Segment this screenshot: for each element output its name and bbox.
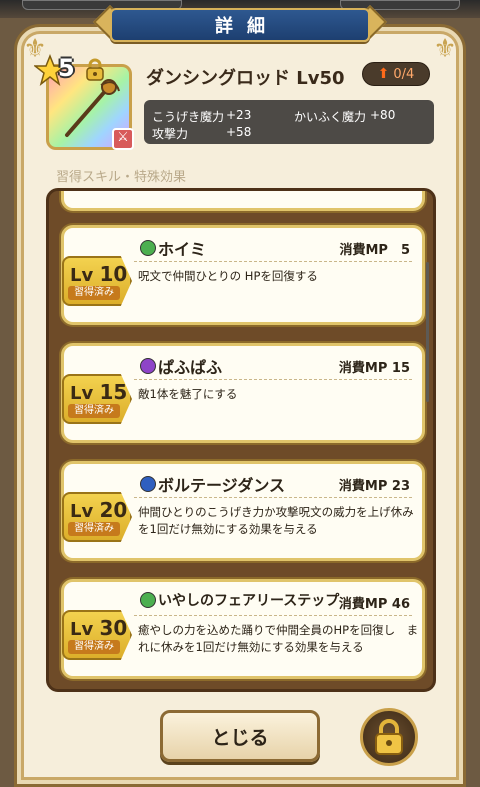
skill-mp: 消費MP 23 [338,479,410,494]
stat-label: 攻撃力 [152,127,189,141]
skill-card[interactable]: Lv 30 習得済み いやしのフェアリーステップ 消費MP 46 癒やしの力を込… [61,579,425,679]
stats-box: こうげき魔力 +23 かいふく魔力 +80 攻撃力 +58 [144,100,434,144]
level-number: 10 [99,262,128,286]
stat-value: +23 [226,108,252,122]
lock-icon [375,719,403,755]
rarity-stars: 5 [58,54,75,82]
level-badge: Lv 15 習得済み [62,374,132,424]
charm-orb-icon [140,358,156,374]
learned-tag: 習得済み [68,286,120,300]
level-number: 15 [99,380,128,404]
skill-name: ホイミ [140,236,206,260]
level-number: 30 [99,616,128,640]
skill-name: ボルテージダンス [140,472,285,496]
buff-orb-icon [140,476,156,492]
heal-orb-icon [140,240,156,256]
upgrade-counter[interactable]: ⬆ 0/4 [362,62,430,86]
learned-tag: 習得済み [68,522,120,536]
skill-desc: 仲間ひとりのこうげき力か攻撃呪文の威力を上げ休みを1回だけ無効にする効果を与える [138,505,414,536]
window-title: 詳細 [110,8,370,42]
list-item-partial [61,191,425,211]
heal-orb-icon [140,592,156,608]
skill-mp: 消費MP 15 [338,361,410,376]
stat-value: +58 [226,125,252,139]
divider [134,615,412,616]
skill-desc: 敵1体を魅了にする [138,387,238,401]
learned-tag: 習得済み [68,404,120,418]
level-badge: Lv 10 習得済み [62,256,132,306]
skill-list[interactable]: Lv 10 習得済み ホイミ 消費MP 5 呪文で仲間ひとりの HPを回復する … [46,188,436,692]
scrollbar[interactable] [426,262,429,402]
upgrade-count: 0/4 [393,66,415,82]
close-button[interactable]: とじる [160,710,320,762]
arrow-up-icon: ⬆ [377,66,390,82]
skill-card[interactable]: Lv 20 習得済み ボルテージダンス 消費MP 23 仲間ひとりのこうげき力か… [61,461,425,561]
stat-label: こうげき魔力 [152,110,225,124]
divider [134,261,412,262]
skill-mp: 消費MP 5 [339,243,410,258]
section-label: 習得スキル・特殊効果 [56,170,187,185]
lock-button[interactable] [360,708,418,766]
level-badge: Lv 30 習得済み [62,610,132,660]
stat-value: +80 [370,108,396,122]
skill-desc: 呪文で仲間ひとりの HPを回復する [138,269,318,283]
skill-name: いやしのフェアリーステップ [140,590,339,610]
skill-card[interactable]: Lv 10 習得済み ホイミ 消費MP 5 呪文で仲間ひとりの HPを回復する [61,225,425,325]
level-badge: Lv 20 習得済み [62,492,132,542]
lock-icon [86,58,104,81]
skill-mp: 消費MP 46 [338,597,410,612]
skill-name: ぱふぱふ [140,354,222,378]
skill-card[interactable]: Lv 15 習得済み ぱふぱふ 消費MP 15 敵1体を魅了にする [61,343,425,443]
divider [134,379,412,380]
stat-label: かいふく魔力 [294,110,367,124]
level-number: 20 [99,498,128,522]
divider [134,497,412,498]
learned-tag: 習得済み [68,640,120,654]
skill-desc: 癒やしの力を込めた踊りで仲間全員のHPを回復し まれに休みを1回だけ無効にする効… [138,623,419,654]
weapon-type-icon: ⚔ [112,128,134,150]
item-name: ダンシングロッド Lv50 [146,68,345,89]
corner-ornament-icon: ⚜ [433,34,457,64]
